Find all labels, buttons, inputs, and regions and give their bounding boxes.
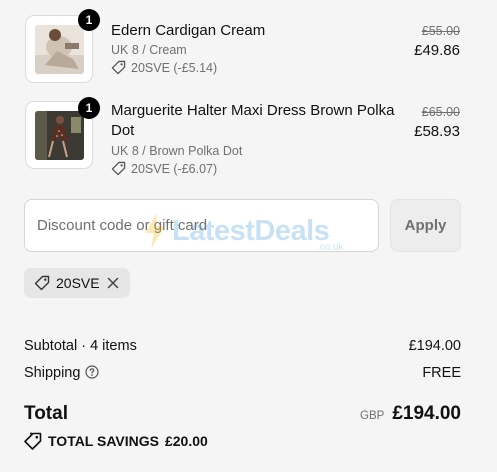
item-discount-text: 20SVE (-£5.14) <box>131 60 218 75</box>
applied-code-text: 20SVE <box>56 275 100 291</box>
product-variant: UK 8 / Brown Polka Dot <box>111 144 243 158</box>
total-row: Total GBP £194.00 <box>24 403 461 425</box>
subtotal-label: Subtotal · 4 items <box>24 338 137 354</box>
subtotal-row: Subtotal · 4 items £194.00 <box>24 338 461 354</box>
item-discount: 20SVE (-£6.07) <box>111 161 217 176</box>
tag-icon <box>24 432 42 450</box>
shipping-row: Shipping FREE <box>24 365 461 381</box>
product-variant: UK 8 / Cream <box>111 43 187 57</box>
quantity-badge: 1 <box>78 97 100 119</box>
quantity-badge: 1 <box>78 9 100 31</box>
tag-icon <box>111 60 126 75</box>
subtotal-value: £194.00 <box>408 338 461 354</box>
currency-code: GBP <box>360 410 385 422</box>
original-price: £55.00 <box>421 24 460 38</box>
sale-price: £49.86 <box>414 42 460 59</box>
shipping-value: FREE <box>422 365 461 381</box>
total-value: £194.00 <box>392 403 461 424</box>
help-icon[interactable] <box>85 365 100 379</box>
line-item: 1 Edern Cardigan Cream UK 8 / Cream 20SV… <box>0 0 497 95</box>
apply-button[interactable]: Apply <box>390 199 461 252</box>
applied-discount-chip: 20SVE <box>24 268 130 298</box>
item-discount-text: 20SVE (-£6.07) <box>131 161 218 176</box>
line-item: 1 Marguerite Halter Maxi Dress Brown Pol… <box>0 95 497 190</box>
item-discount: 20SVE (-£5.14) <box>111 60 217 75</box>
tag-icon <box>34 275 50 291</box>
close-icon[interactable] <box>106 276 120 290</box>
discount-code-input[interactable] <box>24 199 379 252</box>
savings-value: £20.00 <box>164 433 208 449</box>
total-savings: TOTAL SAVINGS £20.00 <box>24 432 208 450</box>
product-title[interactable]: Edern Cardigan Cream <box>111 21 265 41</box>
shipping-label: Shipping <box>24 365 81 381</box>
product-title[interactable]: Marguerite Halter Maxi Dress Brown Polka… <box>111 101 411 141</box>
tag-icon <box>111 161 126 176</box>
sale-price: £58.93 <box>414 123 460 140</box>
original-price: £65.00 <box>421 105 460 119</box>
dress-product-photo <box>35 111 84 160</box>
total-label: Total <box>24 403 68 424</box>
cardigan-product-photo <box>35 25 84 74</box>
savings-label: TOTAL SAVINGS <box>48 433 159 449</box>
